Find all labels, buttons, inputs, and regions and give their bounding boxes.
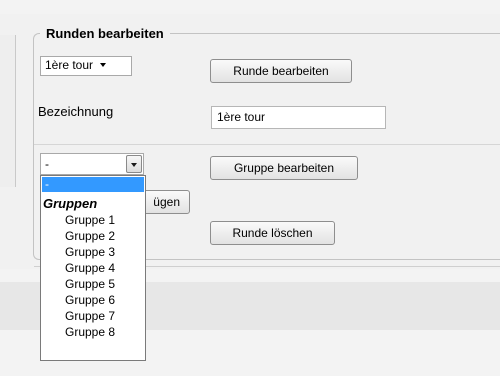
group-dropdown-list: - Gruppen Gruppe 1 Gruppe 2 Gruppe 3 Gru… (40, 175, 146, 361)
edit-group-button[interactable]: Gruppe bearbeiten (210, 156, 358, 180)
group-select-value: - (45, 157, 49, 171)
dropdown-option[interactable]: Gruppe 3 (41, 244, 145, 260)
round-select[interactable]: 1ère tour (40, 56, 132, 76)
fieldset-legend: Runden bearbeiten (40, 25, 170, 43)
round-select-value: 1ère tour (45, 58, 94, 72)
dropdown-option[interactable]: Gruppe 1 (41, 212, 145, 228)
dropdown-option[interactable]: Gruppe 4 (41, 260, 145, 276)
dropdown-option-selected[interactable]: - (42, 177, 144, 192)
dropdown-option[interactable]: Gruppe 2 (41, 228, 145, 244)
delete-round-button[interactable]: Runde löschen (210, 221, 335, 245)
dropdown-option[interactable]: Gruppe 7 (41, 308, 145, 324)
edit-round-button[interactable]: Runde bearbeiten (210, 59, 352, 83)
dropdown-option[interactable]: Gruppe 8 (41, 324, 145, 340)
name-label: Bezeichnung (38, 104, 114, 119)
dropdown-option[interactable]: Gruppe 6 (41, 292, 145, 308)
round-name-input[interactable]: 1ère tour (211, 106, 386, 129)
dropdown-option[interactable]: Gruppe 5 (41, 276, 145, 292)
dropdown-arrow-icon[interactable] (126, 155, 142, 173)
chevron-down-icon (100, 62, 107, 67)
group-select[interactable]: - (40, 153, 144, 175)
row-divider (34, 144, 500, 145)
dropdown-optgroup-label: Gruppen (43, 196, 98, 211)
left-side-panel (0, 35, 16, 187)
